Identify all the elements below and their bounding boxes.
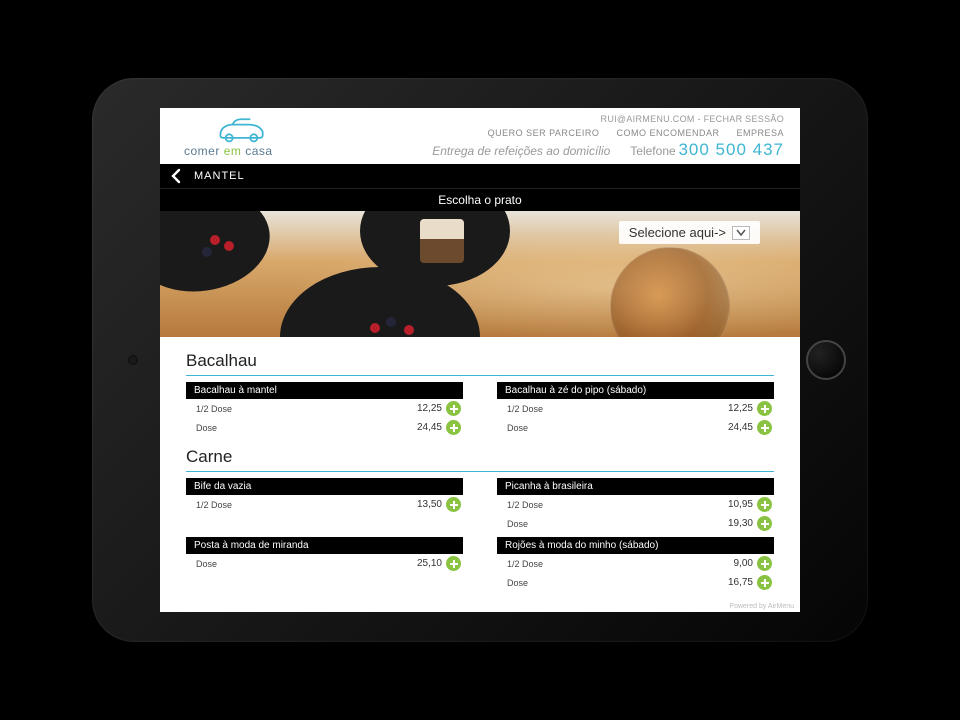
category-title: Carne: [186, 447, 774, 467]
portion-price: 9,00: [734, 558, 753, 569]
phone-label: Telefone: [630, 144, 675, 158]
portion-price: 24,45: [417, 422, 442, 433]
tablet-camera: [128, 355, 138, 365]
portion-label: Dose: [507, 519, 528, 529]
dish-card: Bife da vazia 1/2 Dose 13,50: [186, 478, 463, 533]
dish-name: Bacalhau à zé do pipo (sábado): [497, 382, 774, 399]
add-button[interactable]: [446, 401, 461, 416]
portion-row: 1/2 Dose 10,95: [497, 495, 774, 514]
menu-area: Bacalhau Bacalhau à mantel 1/2 Dose 12,25 Do…: [160, 337, 800, 596]
dish-grid: Bife da vazia 1/2 Dose 13,50 Picanha à bras…: [186, 478, 774, 596]
choose-plate-bar: Escolha o prato: [160, 188, 800, 211]
dish-card: Bacalhau à zé do pipo (sábado) 1/2 Dose 12…: [497, 382, 774, 437]
dish-name: Bife da vazia: [186, 478, 463, 495]
portion-label: 1/2 Dose: [507, 559, 543, 569]
session-info: RUI@AIRMENU.COM - FECHAR SESSÃO: [432, 114, 784, 124]
portion-label: 1/2 Dose: [196, 404, 232, 414]
portion-row: 1/2 Dose 12,25: [497, 399, 774, 418]
top-header: comer em casa RUI@AIRMENU.COM - FECHAR S…: [160, 108, 800, 160]
header-nav: QUERO SER PARCEIRO COMO ENCOMENDAR EMPRE…: [432, 128, 784, 138]
portion-label: 1/2 Dose: [196, 500, 232, 510]
restaurant-title: MANTEL: [194, 170, 245, 182]
dish-name: Picanha à brasileira: [497, 478, 774, 495]
back-icon[interactable]: [168, 168, 184, 184]
dish-name: Posta à moda de miranda: [186, 537, 463, 554]
tagline: Entrega de refeições ao domicílio: [432, 144, 610, 158]
portion-label: Dose: [507, 423, 528, 433]
portion-price: 13,50: [417, 499, 442, 510]
portion-price: 16,75: [728, 577, 753, 588]
nav-partner[interactable]: QUERO SER PARCEIRO: [488, 128, 600, 138]
add-button[interactable]: [757, 516, 772, 531]
portion-price: 12,25: [728, 403, 753, 414]
phone-number[interactable]: 300 500 437: [678, 140, 784, 159]
app-screen: comer em casa RUI@AIRMENU.COM - FECHAR S…: [160, 108, 800, 612]
portion-label: Dose: [507, 578, 528, 588]
selector-label: Selecione aqui->: [629, 225, 726, 240]
dish-card: Posta à moda de miranda Dose 25,10: [186, 537, 463, 592]
portion-price: 10,95: [728, 499, 753, 510]
tablet-frame: comer em casa RUI@AIRMENU.COM - FECHAR S…: [92, 78, 868, 642]
dish-card: Bacalhau à mantel 1/2 Dose 12,25 Dose 24,45: [186, 382, 463, 437]
portion-row: 1/2 Dose 13,50: [186, 495, 463, 514]
logout-link[interactable]: FECHAR SESSÃO: [704, 114, 784, 124]
add-button[interactable]: [757, 401, 772, 416]
category-divider: [186, 471, 774, 472]
add-button[interactable]: [757, 497, 772, 512]
hero-image: Selecione aqui->: [160, 211, 800, 337]
category-divider: [186, 375, 774, 376]
session-email: RUI@AIRMENU.COM: [601, 114, 695, 124]
portion-price: 24,45: [728, 422, 753, 433]
portion-row: Dose 24,45: [186, 418, 463, 437]
add-button[interactable]: [446, 497, 461, 512]
chevron-down-icon: [732, 226, 750, 240]
category-title: Bacalhau: [186, 351, 774, 371]
add-button[interactable]: [757, 575, 772, 590]
portion-row: Dose 19,30: [497, 514, 774, 533]
add-button[interactable]: [757, 556, 772, 571]
nav-company[interactable]: EMPRESA: [736, 128, 784, 138]
portion-price: 19,30: [728, 518, 753, 529]
portion-row: Dose 24,45: [497, 418, 774, 437]
add-button[interactable]: [446, 420, 461, 435]
brand-logo[interactable]: comer em casa: [184, 114, 304, 158]
tablet-home-button[interactable]: [806, 340, 846, 380]
dish-card: Rojões à moda do minho (sábado) 1/2 Dose 9…: [497, 537, 774, 592]
dish-card: Picanha à brasileira 1/2 Dose 10,95 Dose 19,…: [497, 478, 774, 533]
brand-car-icon: [214, 114, 269, 144]
restaurant-bar: MANTEL: [160, 164, 800, 188]
portion-row: 1/2 Dose 9,00: [497, 554, 774, 573]
nav-how[interactable]: COMO ENCOMENDAR: [616, 128, 719, 138]
portion-label: Dose: [196, 423, 217, 433]
add-button[interactable]: [446, 556, 461, 571]
portion-row: Dose 16,75: [497, 573, 774, 592]
brand-name: comer em casa: [184, 144, 304, 158]
dish-grid: Bacalhau à mantel1/2 Dose12,25Dose24,45B…: [186, 382, 774, 441]
dish-name: Rojões à moda do minho (sábado): [497, 537, 774, 554]
category-selector[interactable]: Selecione aqui->: [619, 221, 760, 244]
powered-by: Powered by AirMenu: [729, 603, 794, 610]
dish-name: Bacalhau à mantel: [186, 382, 463, 399]
portion-label: 1/2 Dose: [507, 404, 543, 414]
portion-price: 12,25: [417, 403, 442, 414]
portion-label: Dose: [196, 559, 217, 569]
portion-label: 1/2 Dose: [507, 500, 543, 510]
add-button[interactable]: [757, 420, 772, 435]
portion-price: 25,10: [417, 558, 442, 569]
portion-row: Dose 25,10: [186, 554, 463, 573]
portion-row: 1/2 Dose 12,25: [186, 399, 463, 418]
